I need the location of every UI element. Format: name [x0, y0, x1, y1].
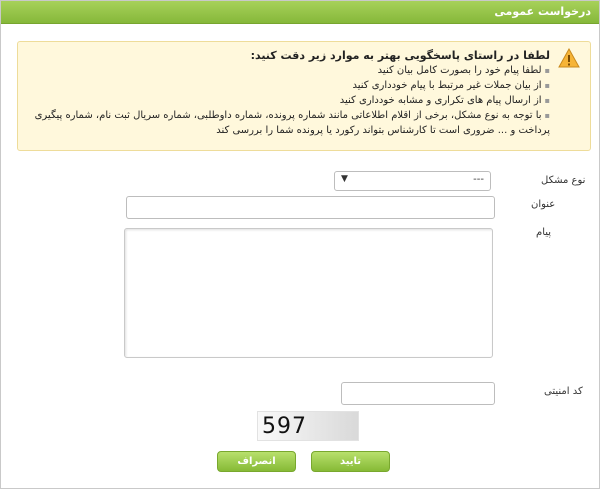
message-label: پیام: [536, 227, 552, 238]
request-form-window: درخواست عمومی لطفا در راستای پاسخگویی به…: [0, 0, 600, 489]
title-bar: درخواست عمومی: [1, 1, 599, 24]
captcha-label: کد امنیتی: [544, 386, 583, 397]
notice-item: لطفا پیام خود را بصورت کامل بیان کنید: [30, 63, 550, 78]
problem-type-select[interactable]: --- ▼: [334, 171, 491, 191]
notice-item: با توجه به نوع مشکل، برخی از اقلام اطلاع…: [30, 108, 550, 138]
title-label: عنوان: [531, 199, 556, 210]
submit-button[interactable]: تایید: [311, 451, 390, 472]
dropdown-arrow-icon: ▼: [341, 174, 348, 184]
captcha-input[interactable]: [341, 382, 495, 405]
window-title: درخواست عمومی: [494, 5, 591, 18]
notice-heading: لطفا در راستای پاسخگویی بهتر به موارد زی…: [250, 49, 550, 62]
captcha-code: 597: [262, 414, 307, 439]
captcha-image: 597: [257, 411, 359, 441]
notice-item: از بیان جملات غیر مرتبط با پیام خودداری …: [30, 78, 550, 93]
notice-box: لطفا در راستای پاسخگویی بهتر به موارد زی…: [17, 41, 591, 151]
notice-text: لطفا در راستای پاسخگویی بهتر به موارد زی…: [30, 48, 550, 138]
problem-type-label: نوع مشکل: [541, 175, 586, 186]
cancel-button[interactable]: انصراف: [217, 451, 296, 472]
message-textarea[interactable]: [124, 228, 493, 358]
problem-type-value: ---: [473, 174, 484, 185]
title-input[interactable]: [126, 196, 495, 219]
warning-icon: [558, 48, 580, 68]
notice-item: از ارسال پیام های تکراری و مشابه خودداری…: [30, 93, 550, 108]
